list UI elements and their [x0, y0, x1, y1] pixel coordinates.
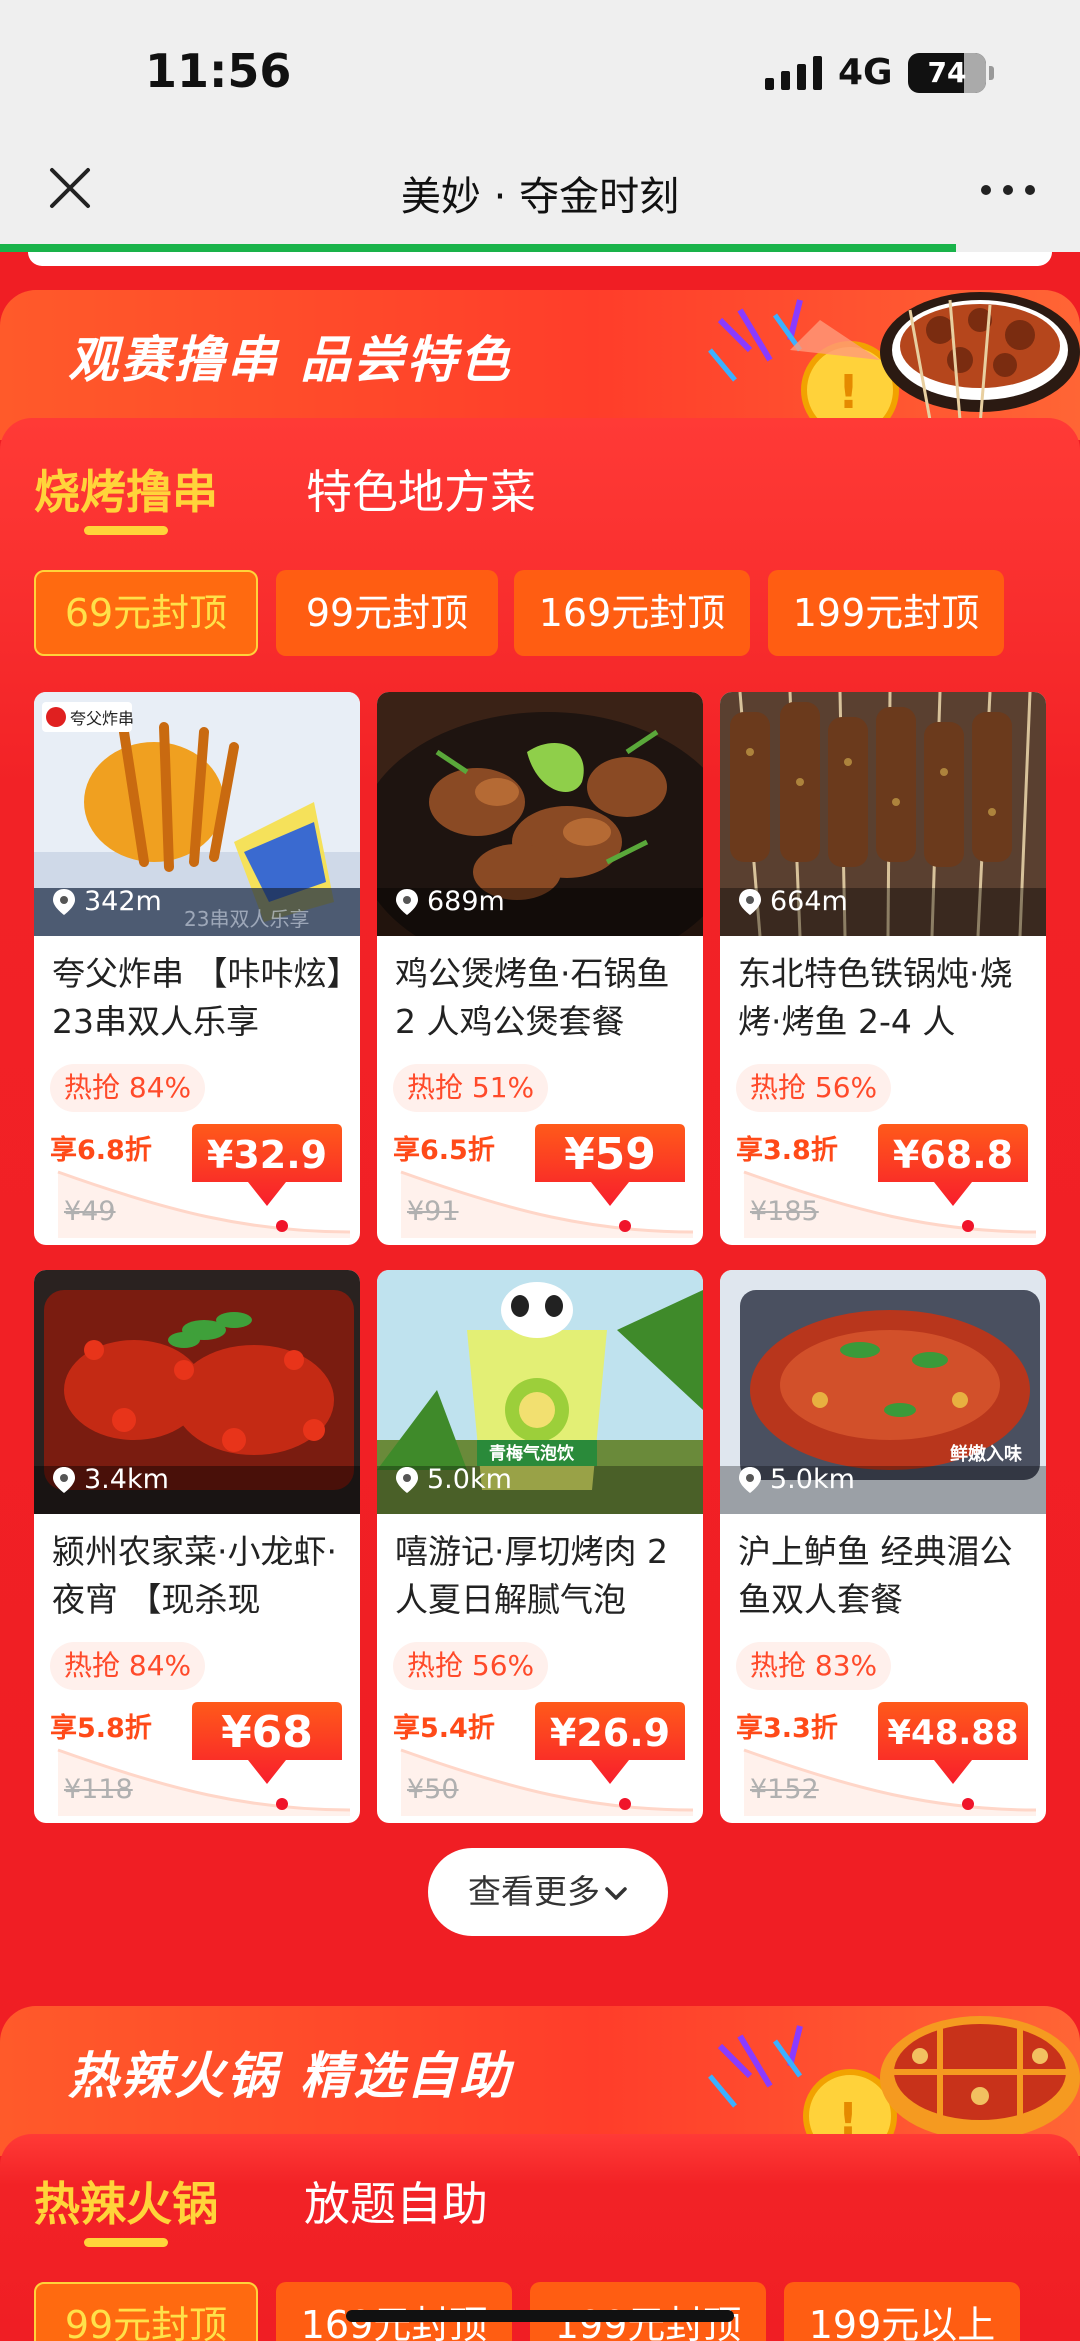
price-tag: ¥48.88: [876, 1702, 1030, 1786]
product-name: 颍州农家菜·小龙虾·夜宵 【现杀现: [52, 1532, 337, 1619]
discount-rate: 享6.8折: [50, 1135, 152, 1166]
status-time: 11:56: [145, 44, 292, 98]
tab-bbq[interactable]: 烧烤撸串: [34, 456, 218, 522]
more-icon[interactable]: [980, 184, 1036, 196]
original-price: ¥152: [750, 1774, 819, 1805]
section1-tabs: 烧烤撸串 特色地方菜: [34, 456, 634, 536]
hot-sale-badge: 热抢 84%: [50, 1642, 206, 1690]
distance-value: 664m: [770, 886, 848, 917]
previous-section-edge: [28, 252, 1052, 266]
distance-value: 5.0km: [770, 1464, 855, 1495]
chevron-down-icon: [605, 1886, 627, 1900]
original-price: ¥91: [407, 1196, 459, 1227]
deal-price: ¥26.9: [549, 1711, 671, 1755]
product-card[interactable]: 夸父炸串 23串双人乐享 342m 夸父炸串 【咔咔炫】23串双人乐享 热抢 8…: [34, 692, 360, 1245]
see-more-button[interactable]: 查看更多: [428, 1848, 668, 1936]
discount-rate: 享3.3折: [736, 1713, 838, 1744]
price-tag: ¥26.9: [533, 1702, 687, 1786]
location-pin-icon: [739, 888, 761, 915]
deal-price: ¥68.8: [892, 1133, 1014, 1177]
hot-sale-badge: 热抢 56%: [736, 1064, 892, 1112]
hot-sale-badge: 热抢 83%: [736, 1642, 892, 1690]
location-pin-icon: [53, 888, 75, 915]
nav-bar: 美妙 · 夺金时刻: [0, 140, 1080, 244]
product-name: 东北特色铁锅炖·烧烤·烤鱼 2-4 人: [738, 954, 1013, 1041]
original-price: ¥49: [64, 1196, 116, 1227]
progress-fill: [0, 244, 956, 252]
distance-value: 342m: [84, 886, 162, 917]
deal-price: ¥32.9: [206, 1133, 328, 1177]
price-filter-69[interactable]: 69元封顶: [34, 570, 258, 656]
price-tag: ¥32.9: [190, 1124, 344, 1208]
see-more-label: 查看更多: [468, 1872, 600, 1911]
product-name: 嘻游记·厚切烤肉 2 人夏日解腻气泡: [395, 1532, 668, 1619]
tab-hotpot[interactable]: 热辣火锅: [34, 2168, 218, 2234]
distance-value: 5.0km: [427, 1464, 512, 1495]
discount-rate: 享6.5折: [393, 1135, 495, 1166]
product-card[interactable]: 3.4km 颍州农家菜·小龙虾·夜宵 【现杀现 热抢 84% 享5.8折 ¥11…: [34, 1270, 360, 1823]
page-load-progress: [0, 244, 1080, 252]
price-filter-99[interactable]: 99元封顶: [34, 2282, 258, 2341]
active-tab-indicator: [84, 2238, 168, 2247]
status-bar: 11:56 4G 74: [0, 0, 1080, 140]
hot-sale-badge: 热抢 56%: [393, 1642, 549, 1690]
product-name: 沪上鲈鱼 经典湄公鱼双人套餐: [738, 1532, 1013, 1619]
distance: 342m: [52, 886, 162, 917]
hot-sale-badge: 热抢 84%: [50, 1064, 206, 1112]
cup-label-text: 青梅气泡饮: [489, 1443, 575, 1464]
distance-value: 3.4km: [84, 1464, 169, 1495]
distance: 5.0km: [395, 1464, 512, 1495]
price-tag: ¥59: [533, 1124, 687, 1208]
product-card[interactable]: 鲜嫩入味 5.0km 沪上鲈鱼 经典湄公鱼双人套餐 热抢 83% 享3.3折 ¥…: [720, 1270, 1046, 1823]
distance: 3.4km: [52, 1464, 169, 1495]
discount-rate: 享5.4折: [393, 1713, 495, 1744]
location-pin-icon: [739, 1466, 761, 1493]
battery-icon: 74: [908, 53, 994, 93]
price-filter-99[interactable]: 99元封顶: [276, 570, 498, 656]
active-tab-indicator: [84, 526, 168, 535]
price-tag: ¥68.8: [876, 1124, 1030, 1208]
original-price: ¥118: [64, 1774, 133, 1805]
product-name: 鸡公煲烤鱼·石锅鱼 2 人鸡公煲套餐: [395, 954, 670, 1041]
brand-logo-text: 夸父炸串: [70, 709, 134, 728]
deal-price: ¥59: [564, 1129, 656, 1180]
cellular-signal-icon: [765, 56, 822, 90]
distance: 664m: [738, 886, 848, 917]
banner-title: 观赛撸串 品尝特色: [68, 331, 513, 389]
original-price: ¥50: [407, 1774, 459, 1805]
location-pin-icon: [396, 1466, 418, 1493]
section2-tabs: 热辣火锅 放题自助: [34, 2168, 634, 2248]
svg-text:!: !: [838, 365, 859, 419]
price-filter-199-plus[interactable]: 199元以上: [784, 2282, 1020, 2341]
location-pin-icon: [396, 888, 418, 915]
product-card[interactable]: 689m 鸡公煲烤鱼·石锅鱼 2 人鸡公煲套餐 热抢 51% 享6.5折 ¥91…: [377, 692, 703, 1245]
page-title: 美妙 · 夺金时刻: [400, 174, 680, 220]
original-price: ¥185: [750, 1196, 819, 1227]
network-type: 4G: [838, 52, 893, 93]
product-card[interactable]: 664m 东北特色铁锅炖·烧烤·烤鱼 2-4 人 热抢 56% 享3.8折 ¥1…: [720, 692, 1046, 1245]
tab-local-dishes[interactable]: 特色地方菜: [306, 456, 536, 522]
product-card[interactable]: 青梅气泡饮 5.0km 嘻游记·厚切烤肉 2 人夏日解腻气泡 热抢 56% 享5…: [377, 1270, 703, 1823]
distance-value: 689m: [427, 886, 505, 917]
image-sign-text: 鲜嫩入味: [950, 1443, 1022, 1465]
price-tag: ¥68: [190, 1702, 344, 1786]
deal-price: ¥68: [221, 1707, 313, 1758]
tab-buffet[interactable]: 放题自助: [304, 2168, 488, 2234]
deal-price: ¥48.88: [887, 1713, 1019, 1753]
price-filter-199[interactable]: 199元封顶: [768, 570, 1004, 656]
battery-level: 74: [927, 56, 967, 89]
distance: 5.0km: [738, 1464, 855, 1495]
home-indicator[interactable]: [346, 2310, 734, 2322]
image-caption: 23串双人乐享: [184, 907, 309, 931]
location-pin-icon: [53, 1466, 75, 1493]
distance: 689m: [395, 886, 505, 917]
discount-rate: 享3.8折: [736, 1135, 838, 1166]
price-filter-169[interactable]: 169元封顶: [514, 570, 750, 656]
hot-sale-badge: 热抢 51%: [393, 1064, 549, 1112]
product-name: 夸父炸串 【咔咔炫】23串双人乐享: [52, 954, 343, 1041]
banner-title: 热辣火锅 精选自助: [68, 2047, 513, 2105]
discount-rate: 享5.8折: [50, 1713, 152, 1744]
